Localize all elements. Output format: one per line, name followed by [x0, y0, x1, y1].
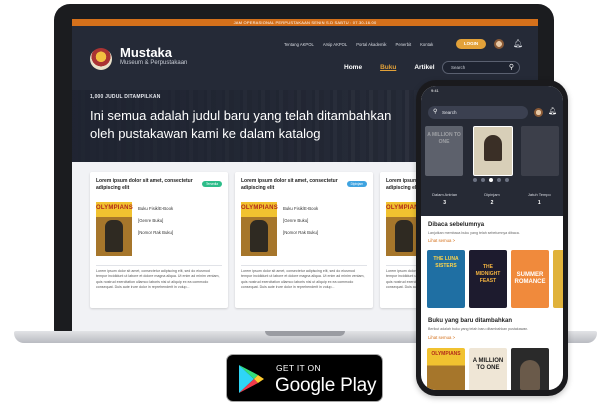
featured-carousel[interactable]: A MILLION TO ONE — [421, 124, 563, 186]
book-format: Buku Fisik/E-Book — [138, 206, 174, 211]
cover-title: THE MIDNIGHT FEAST — [475, 264, 501, 284]
avatar[interactable] — [534, 108, 543, 117]
cover-title: SUMMER ROMANCE — [514, 272, 546, 285]
book-title[interactable]: Lorem ipsum dolor sit amet, consectetur … — [96, 178, 196, 192]
stat-label: Dipinjam — [484, 192, 500, 197]
cover-title: OLYMPIANS — [431, 351, 461, 357]
search-placeholder: Search — [451, 65, 466, 70]
brand-name[interactable]: Mustaka — [120, 45, 172, 60]
book-genre: [Genre Buku] — [283, 218, 309, 223]
see-all-link-new[interactable]: Lihat semua > — [428, 335, 455, 340]
brand-subtitle: Museum & Perpustakaan — [120, 60, 188, 66]
app-header: ⚲ Search 🔔︎ — [421, 96, 563, 124]
stat-value: 2 — [490, 200, 494, 206]
util-link-kontak[interactable]: Kontak — [420, 42, 433, 47]
book-shelf-number: [Nomor Rak Buku] — [283, 230, 319, 235]
carousel-book[interactable] — [521, 126, 559, 176]
cover-figure — [520, 360, 540, 390]
carousel-dot[interactable] — [497, 178, 501, 182]
search-input[interactable]: ⚲ Search — [428, 106, 528, 119]
book-card[interactable]: Lorem ipsum dolor sit amet, consectetur … — [90, 172, 228, 308]
book-title[interactable]: Lorem ipsum dolor sit amet, consectetur … — [241, 178, 341, 192]
stat-borrowed[interactable]: Dipinjam 2 — [468, 186, 515, 216]
see-all-link-recent[interactable]: Lihat semua > — [428, 238, 455, 243]
section-title-new: Buku yang baru ditambahkan — [428, 318, 513, 324]
book-format: Buku Fisik/E-Book — [283, 206, 319, 211]
search-placeholder: Search — [442, 110, 457, 115]
search-icon: ⚲ — [433, 109, 438, 115]
google-play-badge[interactable]: GET IT ON Google Play — [226, 354, 383, 402]
section-subtitle-new: Berikut adalah buku yang telah baru dita… — [428, 327, 529, 331]
util-link-penerbit[interactable]: Penerbit — [396, 42, 412, 47]
book-card[interactable]: Lorem ipsum dolor sit amet, consectetur … — [235, 172, 373, 308]
stat-value: 3 — [443, 200, 447, 206]
cover-figure — [250, 220, 268, 252]
search-input[interactable]: Search ⚲ — [442, 61, 520, 74]
utility-links: Tentang AKPOL Arsip AKPOL Portal Akademi… — [284, 42, 433, 47]
result-count: 1,000 JUDUL DITAMPILKAN — [90, 94, 161, 100]
badge-get-it-on: GET IT ON — [276, 363, 321, 373]
carousel-book-active[interactable] — [473, 126, 513, 176]
stat-queue[interactable]: Dalam Antrian 3 — [421, 186, 468, 216]
book-description: Lorem ipsum dolor sit amet, consectetur … — [241, 269, 365, 290]
login-button[interactable]: LOGIN — [456, 39, 486, 49]
laptop-notch — [265, 331, 345, 336]
stat-label: Jatuh Tempo — [527, 192, 551, 197]
cover-figure — [395, 220, 413, 252]
book-cover[interactable]: SUMMER ROMANCE — [511, 250, 549, 308]
page-title: Ini semua adalah judul baru yang telah d… — [90, 108, 392, 141]
book-shelf-number: [Nomor Rak Buku] — [138, 230, 174, 235]
bell-icon[interactable]: 🔔︎ — [548, 107, 557, 117]
stat-due[interactable]: Jatuh Tempo 1 — [516, 186, 563, 216]
carousel-dot[interactable] — [473, 178, 477, 182]
divider — [96, 265, 222, 266]
book-cover[interactable]: OLYMPIANS — [427, 348, 465, 390]
nav-home[interactable]: Home — [344, 64, 362, 71]
cover-title: OLYMPIANS — [96, 205, 133, 211]
divider — [241, 265, 367, 266]
cover-figure — [484, 135, 502, 161]
carousel-book-title: A MILLION TO ONE — [427, 132, 461, 145]
opening-hours-banner: JAM OPERASIONAL PERPUSTAKAAN SENIN S.D S… — [72, 19, 538, 26]
book-cover[interactable]: THE MIDNIGHT FEAST — [469, 250, 507, 308]
book-cover[interactable]: THE LUNA SISTERS — [427, 250, 465, 308]
carousel-dot[interactable] — [481, 178, 485, 182]
carousel-dot-active[interactable] — [489, 178, 493, 182]
phone-screen: 9:41 ⚲ Search 🔔︎ A MILLION TO ONE Dalam … — [421, 86, 563, 390]
status-badge: Dipinjam — [346, 181, 367, 187]
section-title-recent: Dibaca sebelumnya — [428, 222, 485, 228]
util-link-tentang[interactable]: Tentang AKPOL — [284, 42, 314, 47]
cover-title: THE LUNA SISTERS — [433, 256, 459, 269]
cover-title: OLYMPIANS — [241, 205, 278, 211]
nav-buku[interactable]: Buku — [380, 64, 396, 71]
main-nav: Home Buku Artikel — [344, 64, 435, 71]
util-link-arsip[interactable]: Arsip AKPOL — [323, 42, 347, 47]
carousel-dot[interactable] — [505, 178, 509, 182]
book-cover[interactable] — [553, 250, 563, 308]
avatar[interactable] — [494, 39, 504, 49]
stat-value: 1 — [537, 200, 541, 206]
book-description: Lorem ipsum dolor sit amet, consectetur … — [96, 269, 220, 290]
status-bar-time: 9:41 — [421, 86, 563, 96]
book-cover[interactable]: OLYMPIANS — [96, 202, 133, 256]
bell-icon[interactable]: 🔔︎ — [513, 39, 523, 48]
cover-figure — [105, 220, 123, 252]
carousel-book[interactable]: A MILLION TO ONE — [425, 126, 463, 176]
badge-google-play: Google Play — [275, 375, 377, 396]
book-cover[interactable] — [511, 348, 549, 390]
book-genre: [Genre Buku] — [138, 218, 164, 223]
book-cover[interactable]: A MILLION TO ONE — [469, 348, 507, 390]
search-icon[interactable]: ⚲ — [509, 63, 514, 72]
util-link-portal[interactable]: Portal Akademik — [356, 42, 386, 47]
book-cover[interactable]: OLYMPIANS — [241, 202, 278, 256]
stat-label: Dalam Antrian — [432, 192, 458, 197]
loan-stats: Dalam Antrian 3 Dipinjam 2 Jatuh Tempo 1 — [421, 186, 563, 216]
carousel-dots — [473, 178, 509, 182]
cover-title: A MILLION TO ONE — [472, 358, 504, 371]
section-subtitle-recent: Lanjutkan membaca buku yang telah sebelu… — [428, 231, 520, 235]
google-play-icon — [239, 365, 264, 393]
logo-icon[interactable] — [90, 48, 112, 70]
status-badge: Tersedia — [201, 181, 222, 187]
nav-artikel[interactable]: Artikel — [414, 64, 434, 71]
